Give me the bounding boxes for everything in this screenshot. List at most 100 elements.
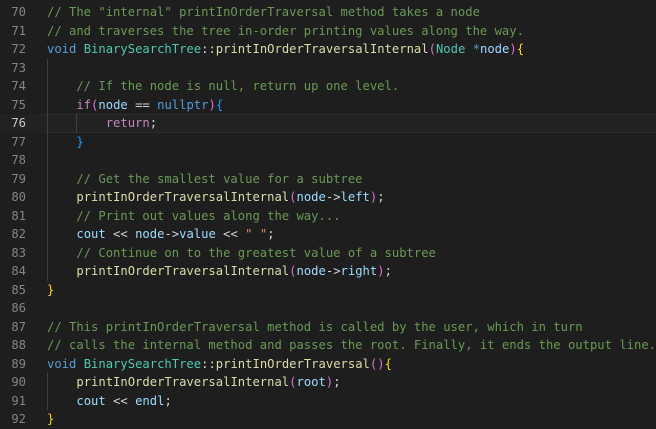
line-number: 86: [11, 301, 26, 315]
code-line[interactable]: 76 return;: [0, 114, 656, 133]
code-line[interactable]: 83 // Continue on to the greatest value …: [0, 244, 656, 263]
code-line[interactable]: 87 // This printInOrderTraversal method i…: [0, 318, 656, 337]
code-token: }: [47, 412, 55, 426]
code-line[interactable]: 73: [0, 59, 656, 78]
code-token: BinarySearchTree: [83, 42, 202, 56]
line-number: 71: [11, 23, 26, 38]
code-token: // If the node is null, return up one le…: [47, 79, 400, 93]
code-token: endl: [135, 393, 165, 408]
code-line[interactable]: 79 // Get the smallest value for a subtr…: [0, 170, 656, 189]
code-text: }: [47, 281, 54, 300]
code-token: ): [509, 42, 517, 56]
code-line[interactable]: 85}: [0, 281, 656, 300]
code-token: " ": [245, 227, 268, 241]
code-text: printInOrderTraversalInternal(node->righ…: [47, 262, 392, 281]
indent-guide: [47, 58, 48, 281]
code-token: {: [215, 97, 224, 112]
code-line[interactable]: 72 void BinarySearchTree::printInOrderTra…: [0, 40, 656, 59]
code-token: ;: [267, 227, 275, 241]
code-token: cout: [76, 393, 106, 408]
code-line[interactable]: 84 printInOrderTraversalInternal(node->r…: [0, 262, 656, 281]
code-token: (: [289, 375, 297, 389]
code-line[interactable]: 92}: [0, 410, 656, 429]
code-token: return: [105, 116, 150, 130]
line-number: 76: [11, 116, 26, 130]
code-line[interactable]: 78: [0, 151, 656, 170]
line-number: 82: [11, 227, 26, 241]
code-token: (: [289, 190, 297, 204]
code-token: <<: [215, 227, 246, 241]
code-token: ;: [377, 190, 385, 204]
code-token: if: [76, 97, 92, 112]
code-line[interactable]: 74 // If the node is null, return up one…: [0, 77, 656, 96]
code-token: ->: [325, 264, 341, 278]
line-number: 74: [11, 79, 26, 93]
code-text: // If the node is null, return up one le…: [47, 77, 399, 96]
line-number: 85: [11, 282, 26, 297]
line-number: 75: [11, 97, 26, 112]
code-line[interactable]: 86: [0, 299, 656, 318]
line-number: 81: [11, 208, 26, 223]
code-line[interactable]: 70 // The "internal" printInOrderTraversa…: [0, 3, 656, 22]
code-text: cout << endl;: [47, 392, 172, 411]
code-token: cout: [76, 227, 106, 241]
code-line[interactable]: 89 void BinarySearchTree::printInOrderTra…: [0, 355, 656, 374]
code-token: printInOrderTraversalInternal: [215, 42, 429, 56]
code-token: node: [98, 97, 128, 112]
code-line[interactable]: 77 }: [0, 133, 656, 152]
code-token: printInOrderTraversalInternal: [76, 264, 290, 278]
code-line[interactable]: 90 printInOrderTraversalInternal(root);: [0, 373, 656, 392]
code-token: void: [47, 356, 77, 371]
line-number: 90: [11, 375, 26, 389]
code-text: printInOrderTraversalInternal(root);: [47, 373, 340, 392]
code-text: // Print out values along the way...: [47, 207, 340, 226]
code-line[interactable]: 91 cout << endl;: [0, 392, 656, 411]
code-token: // This printInOrderTraversal method is …: [47, 319, 583, 334]
code-token: printInOrderTraversal: [215, 356, 370, 371]
code-token: ==: [127, 97, 158, 112]
code-token: {: [384, 356, 392, 371]
code-token: // Continue on to the greatest value of …: [47, 245, 436, 260]
code-token: ->: [325, 190, 341, 204]
code-token: node: [135, 227, 165, 241]
line-number: 72: [11, 42, 26, 56]
code-token: ;: [384, 264, 392, 278]
code-line[interactable]: 82 cout << node->value << " ";: [0, 225, 656, 244]
code-text: void BinarySearchTree::printInOrderTrave…: [47, 40, 524, 59]
code-token: <<: [105, 227, 136, 241]
code-token: ;: [164, 393, 172, 408]
code-text: // The "internal" printInOrderTraversal …: [47, 3, 480, 22]
code-token: void: [47, 42, 77, 56]
code-token: // and traverses the tree in-order print…: [47, 23, 524, 38]
code-token: value: [179, 227, 216, 241]
code-text: // calls the internal method and passes …: [47, 336, 656, 355]
code-token: printInOrderTraversalInternal: [76, 375, 290, 389]
code-line[interactable]: 88 // calls the internal method and passe…: [0, 336, 656, 355]
code-text: // Get the smallest value for a subtree: [47, 170, 362, 189]
code-editor[interactable]: 70 // The "internal" printInOrderTraversa…: [0, 0, 656, 426]
line-number: 73: [11, 60, 26, 75]
code-text: if(node == nullptr){: [47, 96, 223, 115]
code-token: nullptr: [157, 97, 209, 112]
code-token: // The "internal" printInOrderTraversal …: [47, 5, 480, 19]
code-token: ::: [201, 356, 216, 371]
code-text: cout << node->value << " ";: [47, 225, 275, 244]
code-token: ): [377, 264, 385, 278]
code-line[interactable]: 80 printInOrderTraversalInternal(node->l…: [0, 188, 656, 207]
indent-guide: [76, 114, 78, 133]
line-number: 87: [11, 319, 26, 334]
code-token: *: [472, 42, 480, 56]
code-line[interactable]: 75 if(node == nullptr){: [0, 96, 656, 115]
code-line[interactable]: 71 // and traverses the tree in-order pri…: [0, 22, 656, 41]
code-token: ::: [201, 42, 216, 56]
code-line[interactable]: 81 // Print out values along the way...: [0, 207, 656, 226]
